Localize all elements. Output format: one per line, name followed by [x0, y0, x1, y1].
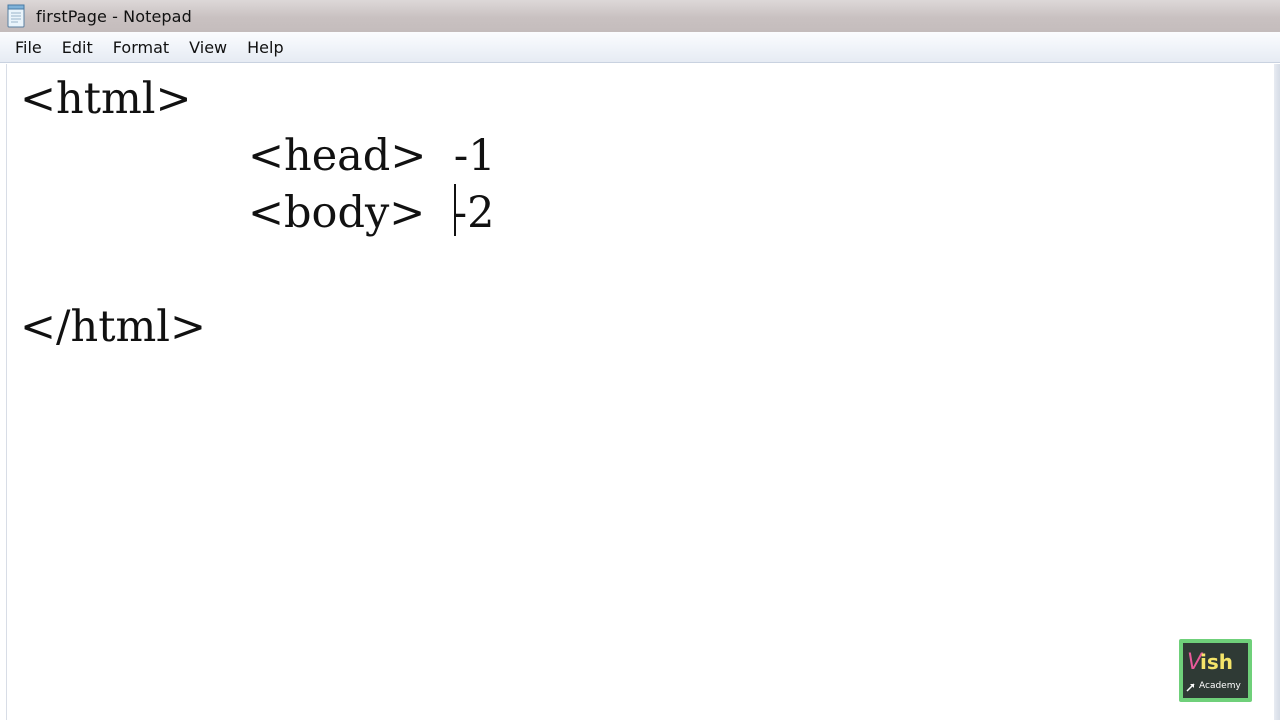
menu-help[interactable]: Help: [240, 34, 290, 61]
code-line-html-close: </html>: [20, 302, 207, 352]
text-cursor: [454, 184, 456, 236]
menu-view[interactable]: View: [182, 34, 234, 61]
editor-right-edge: [1274, 64, 1280, 720]
text-editor[interactable]: [6, 64, 1274, 720]
code-line-body: <body> -2: [248, 188, 495, 238]
title-bar[interactable]: firstPage - Notepad: [0, 0, 1280, 32]
window-title: firstPage - Notepad: [36, 6, 192, 26]
menu-edit[interactable]: Edit: [55, 34, 100, 61]
code-line-html-open: <html>: [20, 74, 192, 124]
notepad-icon: [7, 4, 25, 28]
menu-format[interactable]: Format: [106, 34, 176, 61]
notepad-window: firstPage - Notepad File Edit Format Vie…: [0, 0, 1280, 720]
menu-bar: File Edit Format View Help: [0, 32, 1280, 63]
watermark-tagline: Academy: [1199, 681, 1241, 691]
code-line-head: <head> -1: [248, 131, 496, 181]
watermark-brand: ish: [1200, 650, 1233, 674]
vish-academy-logo: V ish Academy: [1179, 639, 1252, 702]
menu-file[interactable]: File: [8, 34, 49, 61]
